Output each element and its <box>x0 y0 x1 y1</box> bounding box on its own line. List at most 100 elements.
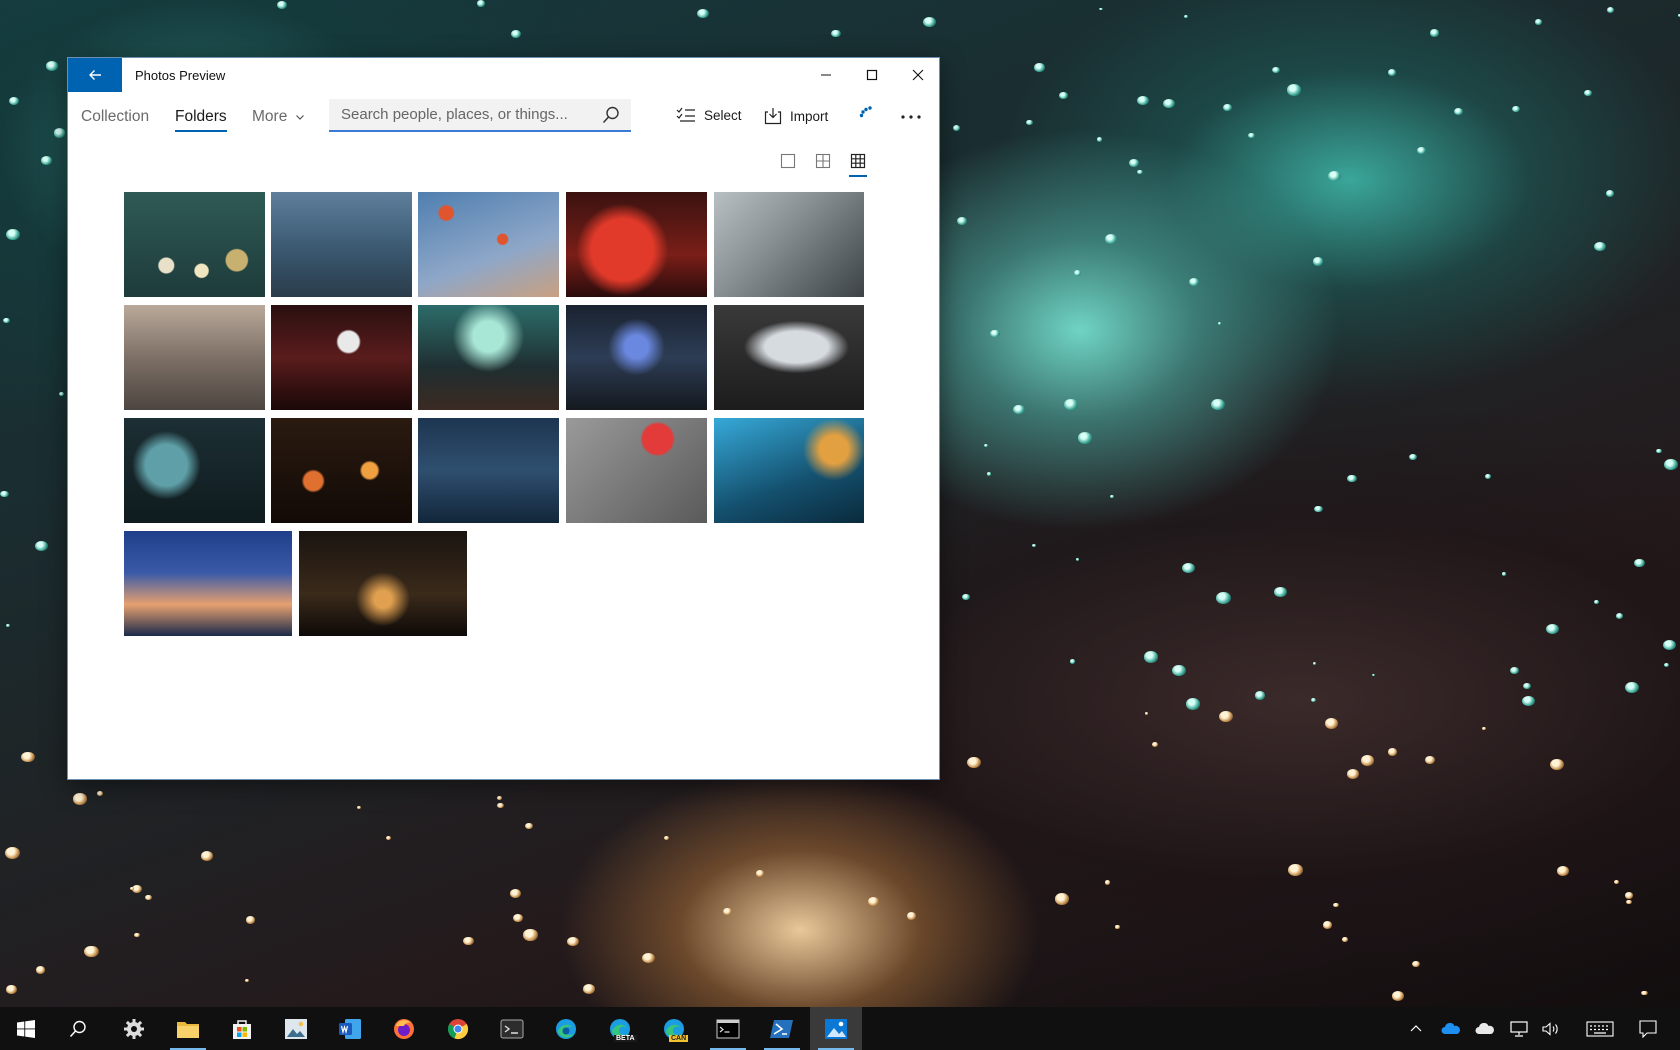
tab-collection[interactable]: Collection <box>81 108 149 126</box>
photo-thumbnail[interactable] <box>566 192 707 297</box>
photo-thumbnail[interactable] <box>714 418 864 523</box>
photo-thumbnail[interactable] <box>714 192 864 297</box>
rain-drop <box>907 912 917 920</box>
large-view-button[interactable] <box>774 146 802 176</box>
photo-thumbnail[interactable] <box>271 305 412 410</box>
tray-onedrive-personal[interactable] <box>1472 1007 1498 1050</box>
select-button[interactable]: Select <box>676 107 742 123</box>
tray-notifications[interactable] <box>1632 1007 1664 1050</box>
small-view-button[interactable] <box>844 146 872 177</box>
photo-thumbnail[interactable] <box>299 531 467 636</box>
rain-drop <box>524 822 534 830</box>
taskbar-store[interactable] <box>216 1007 268 1050</box>
back-button[interactable] <box>68 58 122 92</box>
taskbar-powershell[interactable] <box>756 1007 808 1050</box>
touch-keyboard-icon <box>1586 1020 1614 1037</box>
rain-drop <box>36 966 46 974</box>
more-options-button[interactable] <box>894 102 928 132</box>
taskbar-settings[interactable] <box>108 1007 160 1050</box>
tab-label: Folders <box>175 108 227 125</box>
taskbar-edge-beta[interactable]: BETA <box>594 1007 646 1050</box>
tab-folders[interactable]: Folders <box>175 108 227 132</box>
rain-drop <box>1615 613 1623 620</box>
rain-drop <box>1664 459 1678 471</box>
minimize-icon <box>821 74 831 76</box>
rain-drop <box>84 945 99 958</box>
title-bar[interactable]: Photos Preview <box>68 58 939 92</box>
taskbar-photos-legacy[interactable] <box>270 1007 322 1050</box>
photo-thumbnail[interactable] <box>124 531 292 636</box>
rain-drop <box>6 623 11 628</box>
photo-thumbnail[interactable] <box>124 192 265 297</box>
photo-thumbnail[interactable] <box>418 418 559 523</box>
tray-touch-keyboard[interactable] <box>1584 1007 1616 1050</box>
rain-drop <box>1522 695 1536 707</box>
rain-drop <box>513 914 524 923</box>
rain-drop <box>1310 697 1316 703</box>
tray-overflow-button[interactable] <box>1404 1007 1428 1050</box>
rain-drop <box>72 792 88 805</box>
volume-icon <box>1542 1021 1558 1036</box>
rain-drop <box>1031 544 1036 548</box>
rain-drop <box>1223 103 1232 111</box>
taskbar-chrome[interactable] <box>432 1007 484 1050</box>
rain-drop <box>1360 755 1374 766</box>
tab-more-dropdown[interactable]: More <box>252 108 305 126</box>
search-box[interactable] <box>329 99 631 132</box>
taskbar-edge-canary[interactable]: CAN <box>648 1007 700 1050</box>
minimize-button[interactable] <box>803 58 849 92</box>
rain-drop <box>8 96 20 105</box>
toolbar: Collection Folders More Select <box>68 98 939 138</box>
search-icon[interactable] <box>601 105 621 125</box>
rain-drop <box>1429 29 1440 37</box>
taskbar-search-button[interactable] <box>52 1007 104 1050</box>
maximize-button[interactable] <box>849 58 895 92</box>
rain-drop <box>722 907 733 916</box>
notifications-icon <box>1639 1019 1657 1038</box>
photo-thumbnail[interactable] <box>124 418 265 523</box>
search-input[interactable] <box>329 99 591 130</box>
taskbar-word[interactable] <box>324 1007 376 1050</box>
rain-drop <box>1546 623 1559 634</box>
tray-volume[interactable] <box>1538 1007 1564 1050</box>
chevron-up-icon <box>1410 1024 1422 1031</box>
tray-onedrive-business[interactable] <box>1438 1007 1464 1050</box>
rain-drop <box>53 128 66 138</box>
file-explorer-icon <box>177 1021 199 1038</box>
photo-thumbnail[interactable] <box>418 305 559 410</box>
tray-network[interactable] <box>1506 1007 1532 1050</box>
start-button[interactable] <box>0 1007 52 1050</box>
command-prompt-icon <box>716 1019 740 1038</box>
taskbar-terminal[interactable] <box>486 1007 538 1050</box>
rain-drop <box>1070 659 1076 664</box>
taskbar-edge[interactable] <box>540 1007 592 1050</box>
rain-drop <box>510 29 521 38</box>
rain-drop <box>4 847 20 860</box>
photo-thumbnail[interactable] <box>566 418 707 523</box>
photo-thumbnail[interactable] <box>714 305 864 410</box>
rain-drop <box>1593 241 1606 252</box>
medium-view-button[interactable] <box>809 146 837 176</box>
rain-drop <box>664 836 670 841</box>
rain-drop <box>1287 864 1303 877</box>
rain-drop <box>1255 691 1266 700</box>
taskbar-firefox[interactable] <box>378 1007 430 1050</box>
photo-thumbnail[interactable] <box>124 305 265 410</box>
photo-thumbnail[interactable] <box>271 192 412 297</box>
rain-drop <box>1416 146 1426 154</box>
rain-drop <box>1286 84 1302 96</box>
photo-thumbnail[interactable] <box>566 305 707 410</box>
photo-thumbnail[interactable] <box>271 418 412 523</box>
photo-thumbnail[interactable] <box>418 192 559 297</box>
import-button[interactable]: Import <box>764 107 828 125</box>
taskbar-command-prompt[interactable] <box>702 1007 754 1050</box>
close-button[interactable] <box>895 58 941 92</box>
rain-drop <box>962 594 970 601</box>
rain-drop <box>1096 136 1103 142</box>
search-icon <box>69 1020 86 1037</box>
taskbar-photos[interactable] <box>810 1007 862 1050</box>
taskbar-file-explorer[interactable] <box>162 1007 214 1050</box>
rain-drop <box>1185 698 1201 710</box>
rain-drop <box>1216 592 1231 605</box>
rain-drop <box>1217 322 1222 325</box>
